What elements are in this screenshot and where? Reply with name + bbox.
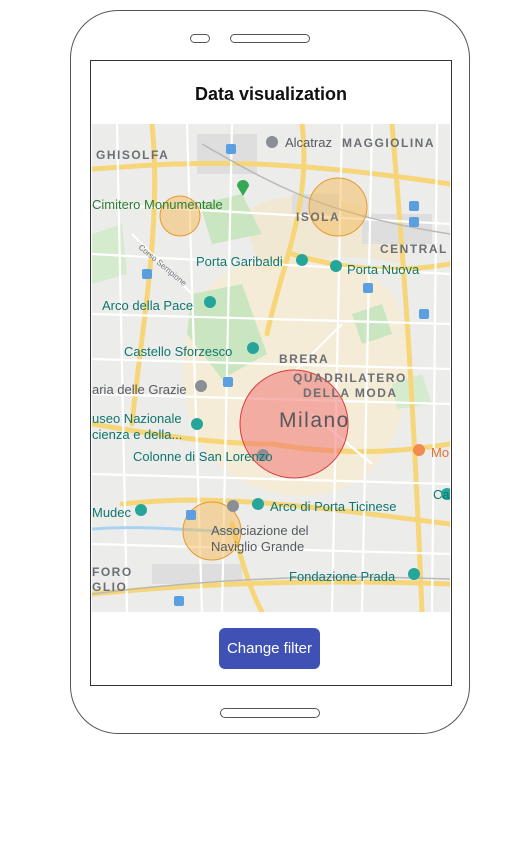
district-foro: FORO [92,565,133,579]
metro-icon [223,377,233,387]
place-sforzesco: Castello Sforzesco [124,344,232,359]
place-ca: Ca [433,487,450,502]
place-alcatraz: Alcatraz [285,135,332,150]
place-mo: Mo [431,445,449,460]
place-ticinese: Arco di Porta Ticinese [270,499,396,514]
place-museo-1: useo Nazionale [92,411,182,426]
front-camera [190,34,210,43]
landmark-pin-icon [204,296,216,308]
metro-icon [409,217,419,227]
district-brera: BRERA [279,352,329,366]
place-cimitero: Cimitero Monumentale [92,197,223,212]
metro-icon [419,309,429,319]
food-pin-icon [413,444,425,456]
metro-icon [174,596,184,606]
change-filter-button[interactable]: Change filter [219,628,320,669]
data-circle-c2[interactable] [308,177,368,237]
place-grazie: aria delle Grazie [92,382,187,397]
district-glio: GLIO [92,580,127,594]
metro-icon [363,283,373,293]
district-della-moda: DELLA MODA [303,386,398,400]
museum-pin-icon [191,418,203,430]
district-centrale: CENTRAL [380,242,448,256]
district-quadrilatero: QUADRILATERO [293,371,407,385]
landmark-pin-icon [252,498,264,510]
district-isola: ISOLA [296,210,340,224]
place-garibaldi: Porta Garibaldi [196,254,283,269]
place-museo-2: cienza e della... [92,427,182,442]
pin-icon [266,136,278,148]
place-naviglio-2: Naviglio Grande [211,539,304,554]
metro-icon [186,510,196,520]
metro-icon [226,144,236,154]
museum-pin-icon [408,568,420,580]
place-colonne: Colonne di San Lorenzo [133,449,273,464]
place-nuova: Porta Nuova [347,262,420,277]
metro-icon [142,269,152,279]
museum-pin-icon [135,504,147,516]
place-pace: Arco della Pace [102,298,193,313]
transit-pin-icon [330,260,342,272]
district-ghisolfa: GHISOLFA [96,148,169,162]
map-view[interactable]: GHISOLFA MAGGIOLINA ISOLA CENTRAL BRERA … [92,124,450,612]
place-mudec: Mudec [92,505,132,520]
metro-icon [409,201,419,211]
transit-pin-icon [296,254,308,266]
page-title: Data visualization [194,84,348,104]
church-pin-icon [195,380,207,392]
district-maggiolina: MAGGIOLINA [342,136,435,150]
place-naviglio-1: Associazione del [211,523,309,538]
earpiece-speaker [230,34,310,43]
landmark-pin-icon [247,342,259,354]
pin-icon [227,500,239,512]
city-label: Milano [279,409,350,432]
home-button[interactable] [220,708,320,718]
place-prada: Fondazione Prada [289,569,396,584]
